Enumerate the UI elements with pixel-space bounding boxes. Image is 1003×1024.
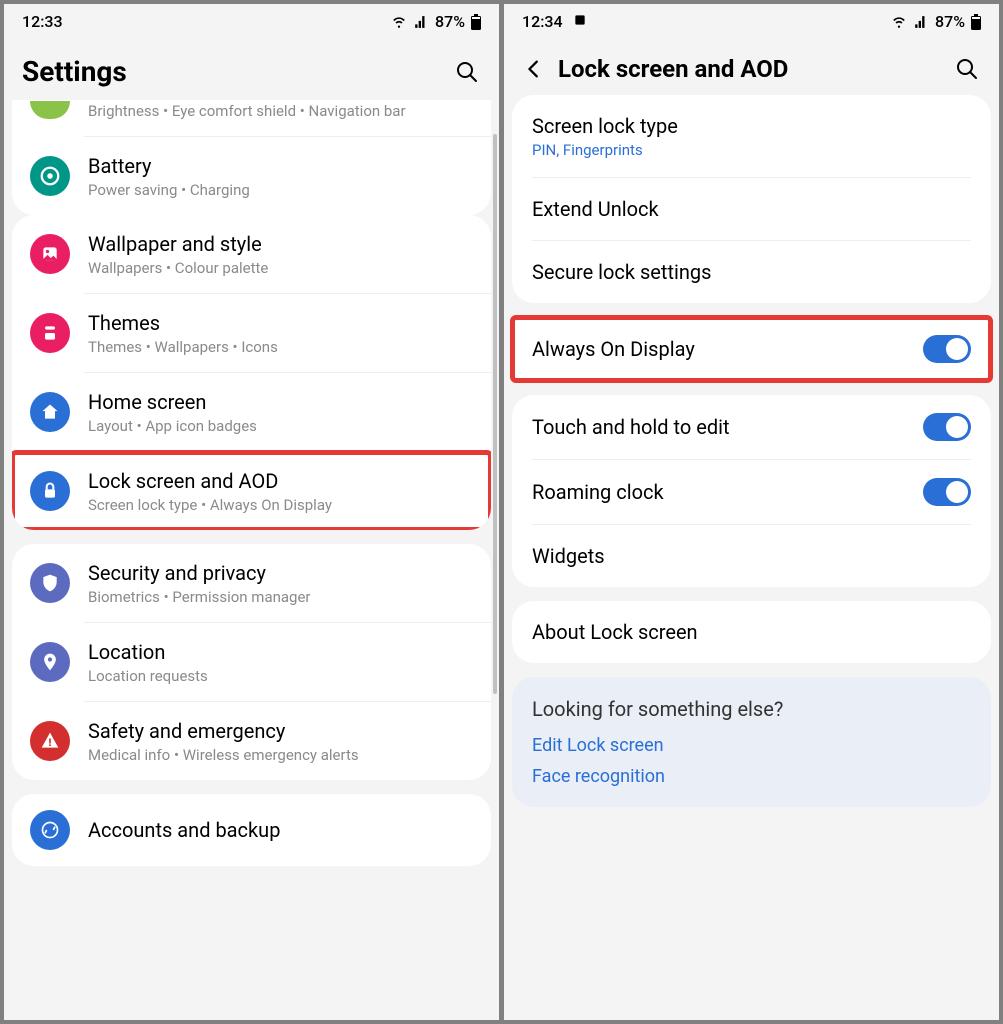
wallpaper-icon: [30, 234, 70, 274]
item-title: Secure lock settings: [532, 259, 971, 285]
tips-card: Looking for something else? Edit Lock sc…: [512, 677, 991, 807]
tips-title: Looking for something else?: [532, 697, 971, 721]
toggle-aod[interactable]: [923, 335, 971, 363]
item-screen-lock-type[interactable]: Screen lock type PIN, Fingerprints: [512, 95, 991, 177]
page-title: Lock screen and AOD: [558, 55, 941, 83]
item-about-lock-screen[interactable]: About Lock screen: [512, 601, 991, 663]
shield-icon: [30, 563, 70, 603]
item-sub: Brightness • Eye comfort shield • Naviga…: [88, 102, 473, 120]
scroll-indicator[interactable]: [493, 134, 497, 694]
item-sub: Screen lock type • Always On Display: [88, 496, 473, 514]
item-title: Lock screen and AOD: [88, 468, 473, 494]
item-widgets[interactable]: Widgets: [512, 525, 991, 587]
item-title: Extend Unlock: [532, 196, 971, 222]
settings-card: About Lock screen: [512, 601, 991, 663]
media-icon: [573, 12, 587, 31]
item-title: Safety and emergency: [88, 718, 473, 744]
signal-icon: [413, 15, 429, 29]
emergency-icon: [30, 721, 70, 761]
themes-icon: [30, 313, 70, 353]
settings-item-lock-screen[interactable]: Lock screen and AOD Screen lock type • A…: [12, 452, 491, 530]
settings-card: Touch and hold to edit Roaming clock Wid…: [512, 395, 991, 587]
signal-icon: [913, 15, 929, 29]
item-sub: Themes • Wallpapers • Icons: [88, 338, 473, 356]
status-time: 12:33: [22, 12, 63, 31]
search-button[interactable]: [453, 58, 481, 86]
settings-item-home[interactable]: Home screen Layout • App icon badges: [12, 373, 491, 451]
display-icon: [30, 101, 70, 119]
item-roaming-clock[interactable]: Roaming clock: [512, 460, 991, 524]
back-button[interactable]: [522, 57, 546, 81]
status-bar: 12:34 87%: [504, 4, 999, 37]
battery-pct: 87%: [935, 12, 965, 31]
item-title: Accounts and backup: [88, 817, 473, 843]
item-title: About Lock screen: [532, 619, 971, 645]
lock-icon: [30, 471, 70, 511]
item-secure-lock-settings[interactable]: Secure lock settings: [512, 241, 991, 303]
settings-card: Wallpaper and style Wallpapers • Colour …: [12, 215, 491, 530]
item-touch-hold-edit[interactable]: Touch and hold to edit: [512, 395, 991, 459]
item-sub: Wallpapers • Colour palette: [88, 259, 473, 277]
item-sub: Power saving • Charging: [88, 181, 473, 199]
search-button[interactable]: [953, 55, 981, 83]
right-phone: 12:34 87% Lock screen and AOD: [504, 4, 999, 1020]
settings-item-wallpaper[interactable]: Wallpaper and style Wallpapers • Colour …: [12, 215, 491, 293]
toggle-touch-hold[interactable]: [923, 413, 971, 441]
settings-item-themes[interactable]: Themes Themes • Wallpapers • Icons: [12, 294, 491, 372]
settings-item-security[interactable]: Security and privacy Biometrics • Permis…: [12, 544, 491, 622]
lock-settings-list: Screen lock type PIN, Fingerprints Exten…: [504, 95, 999, 1020]
wifi-icon: [391, 15, 407, 29]
item-title: Themes: [88, 310, 473, 336]
item-title: Roaming clock: [532, 479, 905, 505]
home-icon: [30, 392, 70, 432]
item-title: Security and privacy: [88, 560, 473, 586]
item-sub: Location requests: [88, 667, 473, 685]
settings-item-display[interactable]: Brightness • Eye comfort shield • Naviga…: [12, 100, 491, 136]
settings-card: Accounts and backup: [12, 794, 491, 866]
page-header: Lock screen and AOD: [504, 37, 999, 95]
tips-link-face-recognition[interactable]: Face recognition: [532, 766, 971, 787]
settings-item-accounts[interactable]: Accounts and backup: [12, 794, 491, 866]
battery-icon: [30, 156, 70, 196]
battery-pct: 87%: [435, 12, 465, 31]
item-title: Location: [88, 639, 473, 665]
item-sub: Layout • App icon badges: [88, 417, 473, 435]
settings-item-location[interactable]: Location Location requests: [12, 623, 491, 701]
item-sub: Biometrics • Permission manager: [88, 588, 473, 606]
settings-item-safety[interactable]: Safety and emergency Medical info • Wire…: [12, 702, 491, 780]
item-title: Widgets: [532, 543, 971, 569]
item-sub: Medical info • Wireless emergency alerts: [88, 746, 473, 764]
item-title: Wallpaper and style: [88, 231, 473, 257]
item-title: Battery: [88, 153, 473, 179]
accounts-icon: [30, 810, 70, 850]
settings-card-aod: Always On Display: [512, 317, 991, 381]
item-always-on-display[interactable]: Always On Display: [512, 317, 991, 381]
settings-card: Security and privacy Biometrics • Permis…: [12, 544, 491, 780]
item-title: Home screen: [88, 389, 473, 415]
settings-card: Brightness • Eye comfort shield • Naviga…: [12, 100, 491, 215]
battery-icon: [971, 14, 981, 30]
toggle-roaming-clock[interactable]: [923, 478, 971, 506]
page-header: Settings: [4, 37, 499, 100]
battery-icon: [471, 14, 481, 30]
page-title: Settings: [22, 55, 441, 88]
location-icon: [30, 642, 70, 682]
status-time: 12:34: [522, 12, 563, 31]
item-title: Always On Display: [532, 336, 905, 362]
tips-link-edit-lock[interactable]: Edit Lock screen: [532, 735, 971, 756]
left-phone: 12:33 87% Settings Brightness • E: [4, 4, 499, 1020]
item-title: Touch and hold to edit: [532, 414, 905, 440]
wifi-icon: [891, 15, 907, 29]
item-extend-unlock[interactable]: Extend Unlock: [512, 178, 991, 240]
status-bar: 12:33 87%: [4, 4, 499, 37]
settings-item-battery[interactable]: Battery Power saving • Charging: [12, 137, 491, 215]
item-sub: PIN, Fingerprints: [532, 141, 971, 159]
settings-list: Brightness • Eye comfort shield • Naviga…: [4, 100, 499, 1020]
settings-card: Screen lock type PIN, Fingerprints Exten…: [512, 95, 991, 303]
item-title: Screen lock type: [532, 113, 971, 139]
